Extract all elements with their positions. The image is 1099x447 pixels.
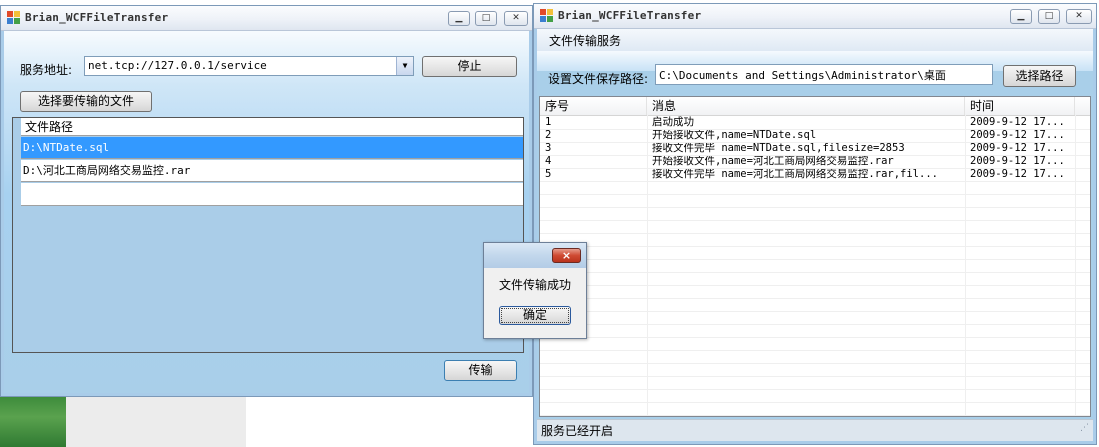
column-header-message[interactable]: 消息 (647, 97, 965, 115)
service-address-label: 服务地址: (20, 63, 73, 77)
cell-message: 接收文件完毕 name=河北工商局网络交易监控.rar,fil... (652, 168, 938, 180)
cell-time: 2009-9-12 17... (970, 129, 1065, 141)
status-text: 服务已经开启 (541, 424, 614, 438)
file-grid[interactable]: 文件路径 D:\NTDate.sql D:\河北工商局网络交易监控.rar (12, 117, 524, 353)
message-list[interactable]: 序号 消息 时间 1 启动成功 2009-9-12 17... 2 开始接收文件,nam… (539, 96, 1091, 417)
choose-path-button[interactable]: 选择路径 (1003, 65, 1076, 87)
maximize-icon[interactable]: □ (1038, 9, 1060, 24)
cell-index: 2 (545, 129, 552, 141)
resize-grip-icon[interactable]: ⋰ (1080, 417, 1089, 439)
choose-files-button[interactable]: 选择要传输的文件 (20, 91, 152, 112)
file-row[interactable]: D:\河北工商局网络交易监控.rar (21, 160, 523, 182)
chevron-down-icon[interactable]: ▼ (396, 57, 413, 75)
transfer-button[interactable]: 传输 (444, 360, 517, 381)
cell-time: 2009-9-12 17... (970, 168, 1065, 180)
list-header: 序号 消息 时间 (540, 97, 1090, 116)
status-bar: 服务已经开启 ⋰ (537, 419, 1093, 441)
close-icon[interactable]: ✕ (1066, 9, 1092, 24)
client-window: Brian_WCFFileTransfer ▁ □ ✕ 服务地址: net.tc… (0, 5, 533, 397)
desktop-background-gray (66, 397, 246, 447)
service-address-value: net.tcp://127.0.0.1/service (88, 59, 267, 72)
cell-index: 5 (545, 168, 552, 180)
list-row[interactable]: 4 开始接收文件,name=河北工商局网络交易监控.rar 2009-9-12 17… (540, 155, 1090, 168)
title-bar[interactable]: Brian_WCFFileTransfer ▁ □ ✕ (1, 6, 532, 31)
app-icon (540, 9, 554, 23)
file-row[interactable]: D:\NTDate.sql (21, 137, 523, 159)
ok-button-label: 确定 (522, 308, 547, 322)
server-window: Brian_WCFFileTransfer ▁ □ ✕ 文件传输服务 设置文件保… (533, 3, 1097, 445)
message-box-title-bar[interactable]: × (484, 243, 586, 268)
message-text: 文件传输成功 (498, 278, 571, 292)
ok-button[interactable]: 确定 (499, 306, 571, 325)
cell-time: 2009-9-12 17... (970, 155, 1065, 167)
list-row[interactable]: 5 接收文件完毕 name=河北工商局网络交易监控.rar,fil... 2009-… (540, 168, 1090, 181)
window-title: Brian_WCFFileTransfer (25, 11, 169, 24)
column-header-index[interactable]: 序号 (540, 97, 647, 115)
close-icon[interactable]: ✕ (504, 11, 528, 26)
close-icon[interactable]: × (552, 248, 581, 263)
minimize-icon[interactable]: ▁ (1010, 9, 1032, 24)
cell-message: 开始接收文件,name=NTDate.sql (652, 129, 817, 141)
window-title: Brian_WCFFileTransfer (558, 9, 702, 22)
cell-index: 4 (545, 155, 552, 167)
minimize-icon[interactable]: ▁ (448, 11, 470, 26)
list-row[interactable]: 2 开始接收文件,name=NTDate.sql 2009-9-12 17... (540, 129, 1090, 142)
column-header-time[interactable]: 时间 (965, 97, 1075, 115)
list-row[interactable]: 3 接收文件完毕 name=NTDate.sql,filesize=2853 200… (540, 142, 1090, 155)
window-client-area: 服务地址: net.tcp://127.0.0.1/service ▼ 停止 选… (4, 31, 529, 393)
cell-message: 开始接收文件,name=河北工商局网络交易监控.rar (652, 155, 894, 167)
stop-button[interactable]: 停止 (422, 56, 517, 77)
cell-message: 接收文件完毕 name=NTDate.sql,filesize=2853 (652, 142, 905, 154)
save-path-input[interactable]: C:\Documents and Settings\Administrator\… (655, 64, 993, 85)
message-box: × 文件传输成功 确定 (483, 242, 587, 339)
cell-time: 2009-9-12 17... (970, 116, 1065, 128)
service-address-combo[interactable]: net.tcp://127.0.0.1/service ▼ (84, 56, 414, 76)
cell-index: 3 (545, 142, 552, 154)
grid-header-file-path: 文件路径 (21, 118, 523, 136)
window-client-area: 文件传输服务 设置文件保存路径: C:\Documents and Settin… (537, 29, 1093, 441)
save-path-label: 设置文件保存路径: (548, 72, 649, 86)
app-icon (7, 11, 21, 25)
cell-time: 2009-9-12 17... (970, 142, 1065, 154)
menu-item-file-transfer-service[interactable]: 文件传输服务 (549, 32, 621, 49)
cell-index: 1 (545, 116, 552, 128)
list-row[interactable]: 1 启动成功 2009-9-12 17... (540, 116, 1090, 129)
cell-message: 启动成功 (652, 116, 694, 128)
maximize-icon[interactable]: □ (475, 11, 497, 26)
desktop-background (0, 397, 66, 447)
new-row[interactable] (21, 183, 523, 206)
menu-bar: 文件传输服务 (537, 29, 1093, 51)
title-bar[interactable]: Brian_WCFFileTransfer ▁ □ ✕ (534, 4, 1096, 29)
